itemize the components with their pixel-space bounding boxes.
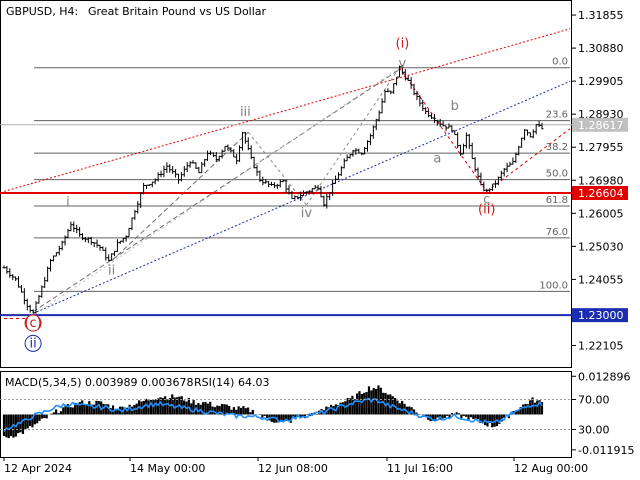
price-tick-label: 1.27955 xyxy=(578,141,624,154)
wave-label: v xyxy=(399,57,407,72)
wave-label: iv xyxy=(301,206,313,221)
wave-label: ii xyxy=(108,263,115,278)
indicator-tick-label: 70.00 xyxy=(578,394,610,407)
wave-label: ii xyxy=(29,336,36,351)
fib-label: 23.6 xyxy=(546,110,568,121)
indicator-header-rsi: RSI(14) 64.03 xyxy=(194,376,269,389)
gbpusd-chart[interactable]: 0.023.638.250.061.876.0100.0 (c)iiiiiiii… xyxy=(0,0,640,480)
time-tick-label: 12 Jun 08:00 xyxy=(258,462,328,475)
fib-label: 38.2 xyxy=(546,142,568,153)
wave-label: a xyxy=(433,152,441,167)
indicator-header-macd: MACD(5,34,5) 0.003989 0.003678 xyxy=(5,376,194,389)
wave-label: (ii) xyxy=(478,202,495,217)
price-tick-label: 1.26980 xyxy=(578,174,624,187)
fib-label: 100.0 xyxy=(539,280,568,291)
fib-label: 61.8 xyxy=(546,195,568,206)
time-tick-label: 12 Aug 00:00 xyxy=(514,462,588,475)
price-tick-label: 1.29905 xyxy=(578,75,624,88)
time-tick-label: 14 May 00:00 xyxy=(130,462,205,475)
time-tick-label: 11 Jul 16:00 xyxy=(387,462,453,475)
price-tick-label: 1.24055 xyxy=(578,273,624,286)
chart-header-symbol: GBPUSD, H4: xyxy=(6,5,78,18)
wave-label: i xyxy=(66,195,70,210)
wave-label: (c) xyxy=(24,316,41,331)
fib-label: 0.0 xyxy=(552,57,568,68)
current-price-label: 1.28617 xyxy=(578,119,624,132)
fib-label: 76.0 xyxy=(546,227,568,238)
fib-label: 50.0 xyxy=(546,169,568,180)
price-tick-label: 1.26005 xyxy=(578,207,624,220)
level-1230-label: 1.23000 xyxy=(578,309,624,322)
wave-label: iii xyxy=(240,105,251,120)
time-tick-label: 12 Apr 2024 xyxy=(4,462,72,475)
price-tick-label: 1.30880 xyxy=(578,42,624,55)
resistance-line-label: 1.26604 xyxy=(578,187,624,200)
indicator-tick-label: -0.011915 xyxy=(578,444,634,457)
indicator-tick-label: 0.012896 xyxy=(578,370,631,383)
price-tick-label: 1.31855 xyxy=(578,9,624,22)
price-tick-label: 1.25030 xyxy=(578,240,624,253)
price-tick-label: 1.22105 xyxy=(578,339,624,352)
indicator-tick-label: 30.00 xyxy=(578,424,610,437)
wave-label: (i) xyxy=(396,36,410,51)
wave-label: b xyxy=(451,99,459,114)
chart-header-description: Great Britain Pound vs US Dollar xyxy=(88,5,267,18)
